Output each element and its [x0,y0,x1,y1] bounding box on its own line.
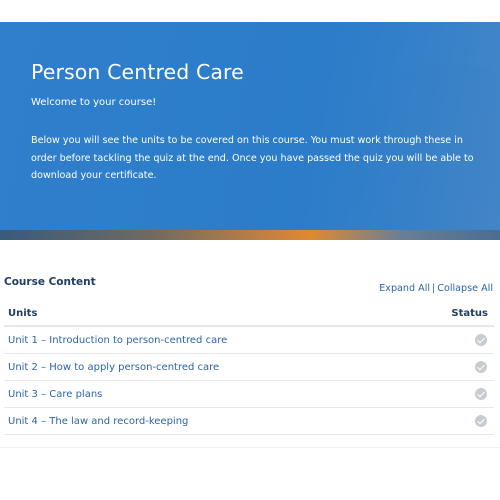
course-hero-banner: Person Centred Care Welcome to your cour… [0,22,500,240]
welcome-text: Welcome to your course! [31,97,157,108]
check-circle-icon [475,415,487,427]
check-circle-icon [475,388,487,400]
table-row: Unit 3 – Care plans [4,380,494,408]
unit-2-link[interactable]: Unit 2 – How to apply person-centred car… [4,353,443,381]
section-divider [0,447,500,448]
collapse-all-link[interactable]: Collapse All [437,283,493,294]
check-circle-icon [475,361,487,373]
status-cell [443,407,494,435]
unit-1-link[interactable]: Unit 1 – Introduction to person-centred … [4,326,443,354]
table-row: Unit 4 – The law and record-keeping [4,407,494,435]
table-row: Unit 1 – Introduction to person-centred … [4,326,494,354]
course-content-heading: Course Content [4,276,96,288]
course-title: Person Centred Care [31,60,244,84]
unit-3-link[interactable]: Unit 3 – Care plans [4,380,443,408]
units-column-header: Units [4,301,443,327]
check-circle-icon [475,334,487,346]
unit-4-link[interactable]: Unit 4 – The law and record-keeping [4,407,443,435]
expand-collapse-controls: Expand All | Collapse All [379,283,493,294]
status-cell [443,353,494,381]
table-row: Unit 2 – How to apply person-centred car… [4,353,494,381]
hero-image-strip [0,230,500,240]
units-table-header: Units Status [4,301,494,327]
status-cell [443,380,494,408]
expand-all-link[interactable]: Expand All [379,283,430,294]
status-cell [443,326,494,354]
hero-overlay-panel [0,22,500,230]
units-table: Units Status Unit 1 – Introduction to pe… [4,301,494,435]
status-column-header: Status [443,301,494,327]
course-description: Below you will see the units to be cover… [31,135,474,181]
